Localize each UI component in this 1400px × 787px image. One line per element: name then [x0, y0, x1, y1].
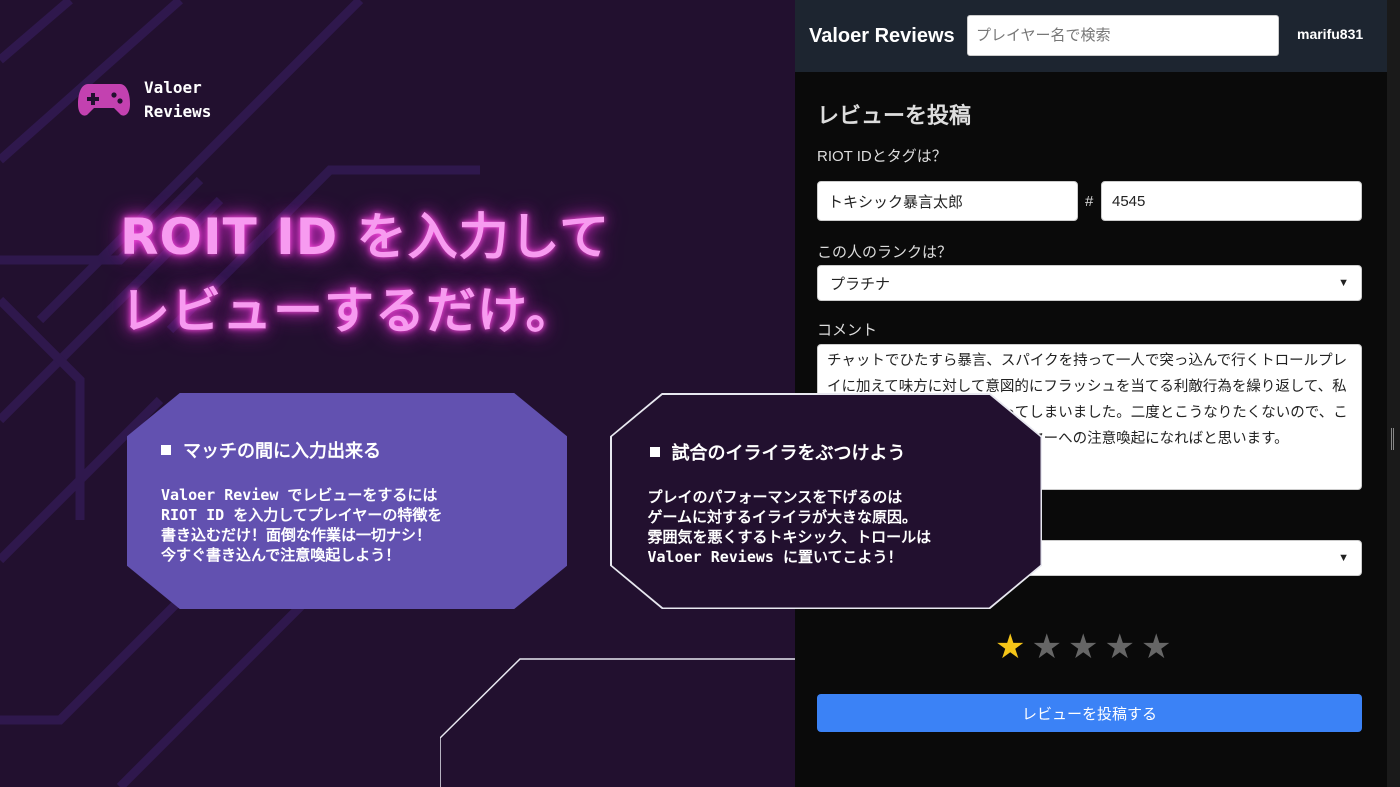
star-icon[interactable]: ★ — [1104, 630, 1134, 664]
feature-card-title-text: 試合のイライラをぶつけよう — [671, 442, 906, 464]
square-bullet-icon — [161, 445, 171, 455]
player-search-input[interactable] — [967, 15, 1279, 56]
star-icon[interactable]: ★ — [995, 630, 1025, 664]
feature-card-title: 試合のイライラをぶつけよう — [649, 439, 906, 465]
rank-select[interactable]: プラチナ ▼ — [817, 265, 1362, 301]
logo-text: Valoer Reviews — [144, 78, 212, 121]
riot-id-label: RIOT IDとタグは？ — [817, 148, 947, 165]
rank-label: この人のランクは？ — [817, 244, 953, 261]
form-title: レビューを投稿 — [817, 103, 972, 128]
hero-line-1: ROIT ID を入力して — [120, 208, 611, 266]
scrollbar[interactable] — [1387, 0, 1400, 787]
comment-label: コメント — [817, 322, 878, 339]
feature-card-vent: 試合のイライラをぶつけよう プレイのパフォーマンスを下げるのは ゲームに対するイ… — [610, 393, 1042, 609]
site-logo[interactable]: Valoer Reviews — [78, 76, 234, 124]
username-label[interactable]: marifu831 — [1297, 26, 1363, 42]
navbar: Valoer Reviews marifu831 — [795, 0, 1387, 72]
chevron-down-icon: ▼ — [1338, 277, 1349, 289]
brand-title[interactable]: Valoer Reviews — [809, 25, 955, 48]
star-icon[interactable]: ★ — [1141, 630, 1171, 664]
submit-review-button[interactable]: レビューを投稿する — [817, 694, 1362, 732]
riot-tag-input[interactable] — [1101, 181, 1362, 221]
star-rating: ★ ★ ★ ★ ★ — [995, 630, 1171, 664]
star-icon[interactable]: ★ — [1068, 630, 1098, 664]
feature-card-body: プレイのパフォーマンスを下げるのは ゲームに対するイライラが大きな原因。 雰囲気… — [647, 487, 932, 566]
hash-separator: # — [1085, 193, 1094, 210]
feature-card-body: Valoer Review でレビューをするには RIOT ID を入力してプレ… — [161, 486, 443, 564]
feature-card-title-text: マッチの間に入力出来る — [183, 441, 381, 462]
square-bullet-icon — [649, 446, 660, 457]
feature-card-input: マッチの間に入力出来る Valoer Review でレビューをするには RIO… — [127, 393, 567, 609]
riot-name-input[interactable] — [817, 181, 1078, 221]
chevron-down-icon: ▼ — [1338, 552, 1349, 564]
rank-select-value: プラチナ — [830, 275, 891, 293]
decorative-outline-shape — [440, 658, 800, 787]
gamepad-icon — [78, 84, 130, 116]
star-icon[interactable]: ★ — [1031, 630, 1061, 664]
feature-card-vent-inner: 試合のイライラをぶつけよう プレイのパフォーマンスを下げるのは ゲームに対するイ… — [611, 394, 1041, 608]
hero-heading: ROIT ID を入力して レビューするだけ。 — [120, 200, 740, 348]
hero-line-2: レビューするだけ。 — [120, 282, 577, 340]
scroll-grip-icon[interactable] — [1391, 428, 1394, 450]
feature-card-title: マッチの間に入力出来る — [161, 437, 381, 463]
